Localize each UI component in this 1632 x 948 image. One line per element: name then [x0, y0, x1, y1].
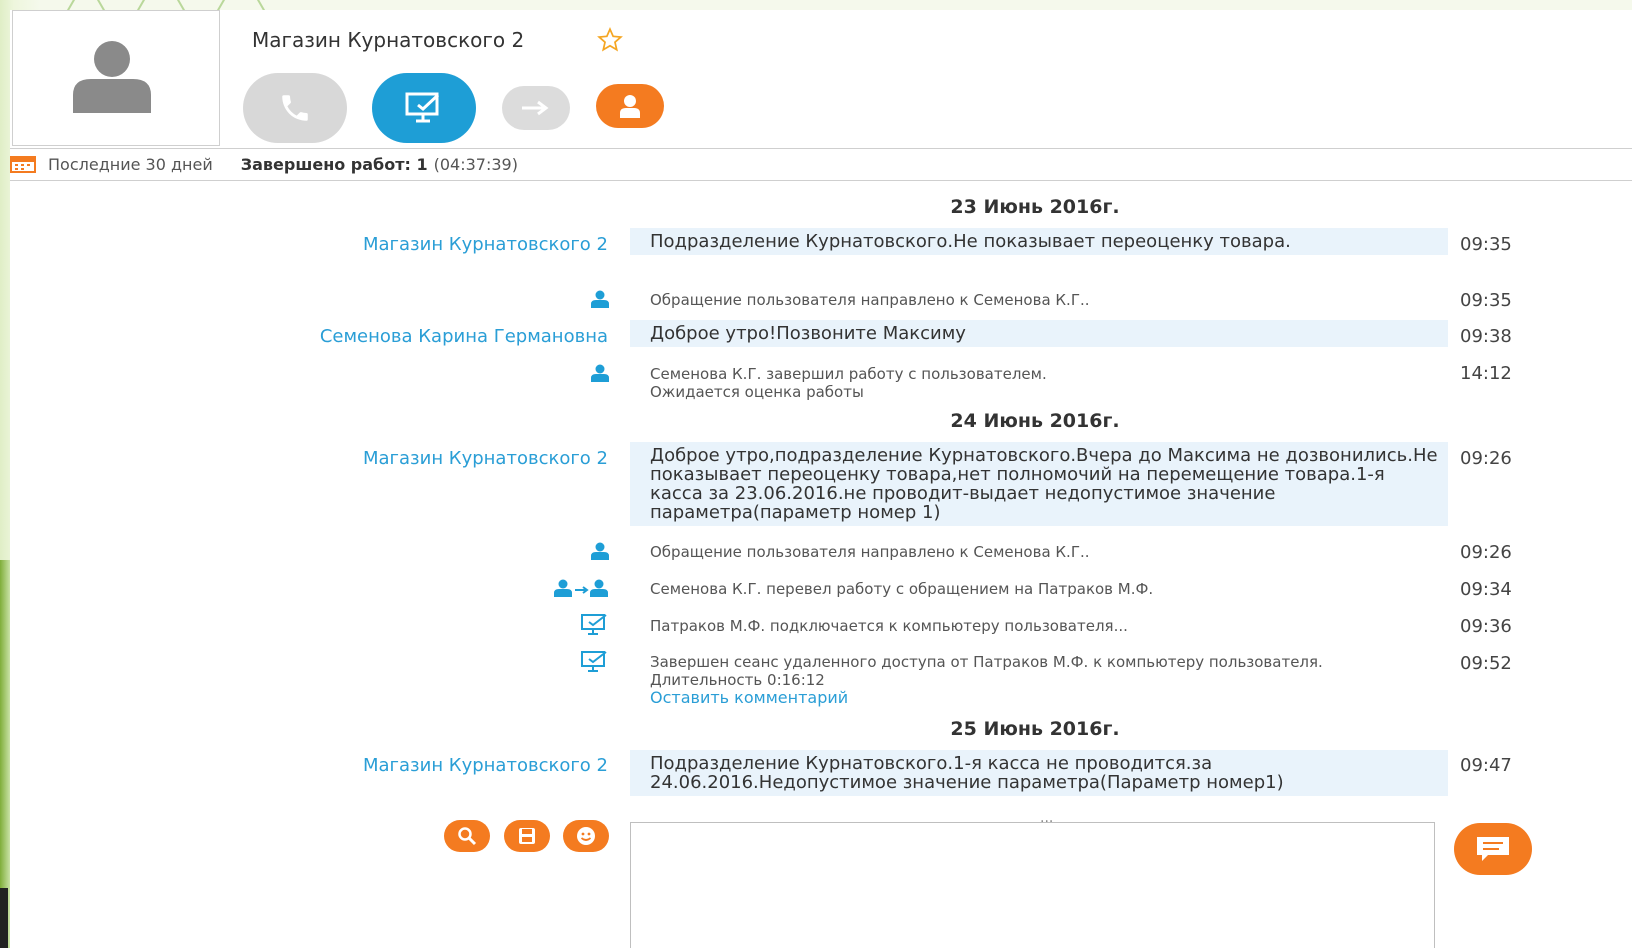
emoji-button[interactable]: [563, 820, 609, 852]
system-event: Патраков М.Ф. подключается к компьютеру …: [650, 617, 1128, 635]
system-event-line: Ожидается оценка работы: [650, 383, 864, 401]
background-decoration: [60, 0, 280, 10]
remote-desktop-icon: [581, 651, 607, 672]
remote-desktop-icon: [581, 614, 607, 635]
save-icon: [519, 828, 535, 844]
user-silhouette-icon: [73, 41, 151, 113]
user-icon: [591, 542, 609, 560]
system-event-text: Завершен сеанс удаленного доступа от Пат…: [650, 653, 1323, 689]
message-bubble: Доброе утро!Позвоните Максиму: [630, 320, 1448, 347]
stats-bar: Последние 30 дней Завершено работ: 1 (04…: [10, 152, 518, 176]
user-icon: [620, 95, 640, 118]
message-time: 09:26: [1460, 542, 1512, 563]
star-icon[interactable]: [597, 27, 623, 53]
user-icon: [591, 364, 609, 382]
message-time: 09:35: [1460, 234, 1512, 255]
remote-desktop-icon: [405, 92, 440, 123]
message-sender[interactable]: Магазин Курнатовского 2: [363, 448, 608, 469]
message-time: 09:38: [1460, 326, 1512, 347]
user-button[interactable]: [596, 84, 664, 128]
message-time: 09:52: [1460, 653, 1512, 674]
message-time: 09:26: [1460, 448, 1512, 469]
contact-name: Магазин Курнатовского 2: [252, 28, 525, 52]
user-transfer-icon: [554, 579, 608, 597]
period-filter[interactable]: Последние 30 дней: [48, 155, 213, 174]
leave-comment-link[interactable]: Оставить комментарий: [650, 689, 1410, 707]
message-time: 09:47: [1460, 755, 1512, 776]
call-button[interactable]: [243, 73, 347, 143]
transfer-arrow-icon: [522, 100, 549, 116]
message-sender[interactable]: Магазин Курнатовского 2: [363, 755, 608, 776]
phone-icon: [282, 95, 308, 121]
message-sender[interactable]: Магазин Курнатовского 2: [363, 234, 608, 255]
message-time: 09:35: [1460, 290, 1512, 311]
divider: [10, 180, 1632, 181]
user-icon: [591, 290, 609, 308]
chat-bubble-icon: [1477, 837, 1509, 861]
message-bubble: Подразделение Курнатовского.Не показывае…: [630, 228, 1448, 255]
message-input[interactable]: [630, 822, 1435, 948]
search-button[interactable]: [444, 820, 490, 852]
divider: [10, 148, 1632, 149]
system-event: Семенова К.Г. завершил работу с пользова…: [650, 365, 1410, 401]
background-strip: [0, 560, 10, 948]
smiley-icon: [577, 827, 595, 845]
calendar-icon[interactable]: [10, 155, 36, 173]
system-event: Обращение пользователя направлено к Семе…: [650, 543, 1090, 561]
date-separator: 23 Июнь 2016г.: [950, 196, 1120, 218]
save-button[interactable]: [504, 820, 550, 852]
system-event: Обращение пользователя направлено к Семе…: [650, 291, 1090, 309]
completed-count: Завершено работ: 1: [240, 154, 428, 174]
avatar: [12, 10, 220, 146]
completed-duration: (04:37:39): [433, 154, 518, 174]
system-event: Завершен сеанс удаленного доступа от Пат…: [650, 653, 1410, 707]
message-time: 09:34: [1460, 579, 1512, 600]
date-separator: 24 Июнь 2016г.: [950, 410, 1120, 432]
send-button[interactable]: [1454, 823, 1532, 875]
search-icon: [458, 827, 477, 846]
message-time: 14:12: [1460, 363, 1512, 384]
system-event: Семенова К.Г. перевел работу с обращение…: [650, 580, 1154, 598]
message-sender[interactable]: Семенова Карина Германовна: [320, 326, 608, 347]
message-time: 09:36: [1460, 616, 1512, 637]
system-event-line: Семенова К.Г. завершил работу с пользова…: [650, 365, 1047, 383]
transfer-button[interactable]: [502, 86, 570, 130]
message-bubble: Подразделение Курнатовского.1-я касса не…: [630, 750, 1448, 796]
date-separator: 25 Июнь 2016г.: [950, 718, 1120, 740]
remote-desktop-button[interactable]: [372, 73, 476, 143]
message-bubble: Доброе утро,подразделение Курнатовского.…: [630, 442, 1448, 526]
chat-window: Магазин Курнатовского 2 Последние 30 дне…: [10, 10, 1632, 948]
